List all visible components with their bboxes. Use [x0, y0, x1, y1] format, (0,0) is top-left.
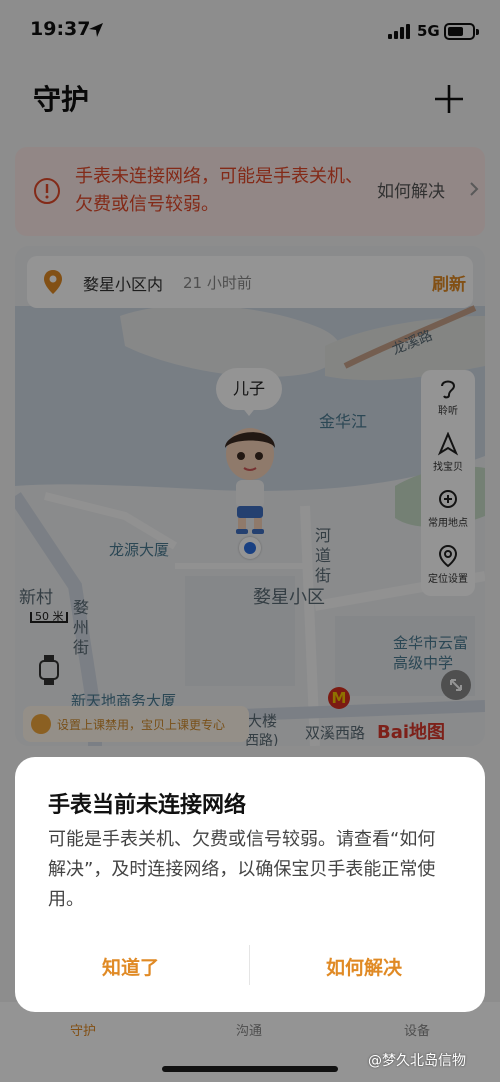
dialog-dismiss-button[interactable]: 知道了 — [102, 953, 159, 980]
dialog-button-divider — [249, 945, 250, 985]
dialog-resolve-button[interactable]: 如何解决 — [326, 953, 402, 980]
network-dialog: 手表当前未连接网络 可能是手表关机、欠费或信号较弱。请查看“如何解决”，及时连接… — [15, 757, 485, 1012]
dialog-title: 手表当前未连接网络 — [48, 793, 247, 818]
watermark: @梦久北岛信物 — [368, 1053, 466, 1069]
dialog-body: 可能是手表关机、欠费或信号较弱。请查看“如何解决”，及时连接网络，以确保宝贝手表… — [48, 829, 436, 910]
home-indicator[interactable] — [162, 1066, 338, 1072]
